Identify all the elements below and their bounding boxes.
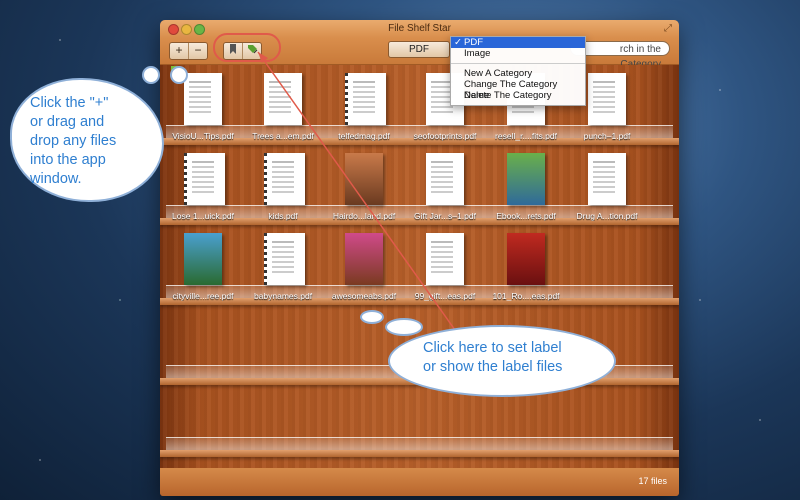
annotation-arrow	[257, 51, 456, 331]
checkmark-icon: ✓	[454, 37, 462, 48]
menu-item-pdf[interactable]: ✓ PDF	[451, 37, 585, 48]
menu-item-image[interactable]: Image	[451, 48, 585, 59]
menu-item-change-category-name[interactable]: Change The Category Name	[451, 79, 585, 101]
thought-bubble-dot	[142, 66, 160, 84]
callout-left-text: Click the "+" or drag and drop any files…	[30, 95, 117, 187]
thought-bubble-dot	[385, 318, 423, 336]
category-dropdown-menu: ✓ PDF Image New A Category Change The Cat…	[450, 36, 586, 106]
callout-bottom-text: Click here to set label or show the labe…	[423, 340, 563, 375]
thought-bubble-dot	[360, 310, 384, 324]
menu-item-new-category[interactable]: New A Category	[451, 68, 585, 79]
menu-item-delete-category[interactable]: Delete The Category	[451, 90, 585, 101]
menu-separator	[451, 63, 585, 64]
thought-bubble-dot	[170, 66, 188, 84]
